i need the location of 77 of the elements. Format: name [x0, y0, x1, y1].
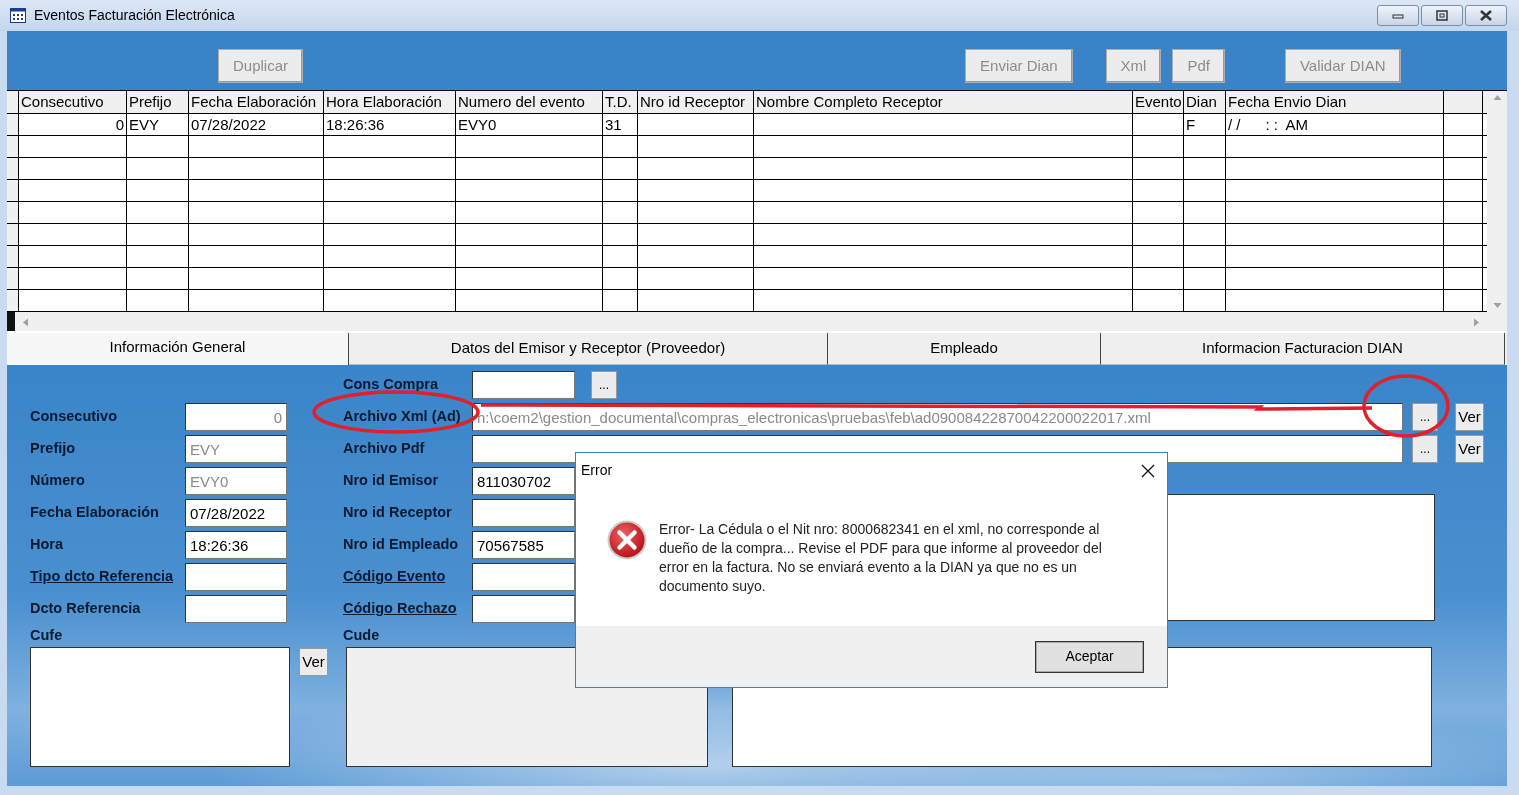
field-label: Nro id Emisor — [343, 471, 440, 491]
input-field[interactable] — [472, 563, 575, 591]
column-header[interactable]: Prefijo — [127, 91, 189, 113]
field-label: Nro id Empleado — [343, 535, 460, 555]
table-cell: 18:26:36 — [324, 114, 456, 135]
column-header[interactable]: Fecha Elaboración — [189, 91, 324, 113]
field-label: Archivo Pdf — [343, 439, 426, 459]
field-label: Nro id Receptor — [343, 503, 453, 523]
field-label: Cufe — [30, 626, 64, 646]
field-label: Prefijo — [30, 439, 77, 459]
field-label: Dcto Referencia — [30, 599, 142, 619]
column-header[interactable]: Dian — [1184, 91, 1226, 113]
error-message: Error- La Cédula o el Nit nro: 8000682341 en el xml, no corresponde al dueño de la compra... Revise el PDF para que informe al proveedor del error en la factura. No se enviará evento a la DIAN ya que no es un documento suyo. — [659, 520, 1103, 596]
field-link[interactable]: Código Rechazo — [343, 598, 472, 620]
scrollbar-corner — [7, 312, 15, 332]
row-header[interactable] — [7, 136, 19, 157]
field-label: Cude — [343, 626, 380, 646]
window-title: Eventos Facturación Electrónica — [34, 6, 235, 25]
row-header[interactable] — [7, 246, 19, 267]
field-label: Hora — [30, 535, 65, 555]
table-cell: F — [1184, 114, 1226, 135]
maximize-icon — [1436, 10, 1448, 21]
tab[interactable]: Informacion Facturacion DIAN — [1101, 333, 1505, 365]
table-cell: EVY — [127, 114, 189, 135]
tab[interactable]: Información General — [7, 333, 349, 365]
input-field[interactable] — [185, 595, 287, 623]
row-header[interactable] — [7, 180, 19, 201]
field-label: Fecha Elaboración — [30, 503, 160, 523]
field-label: Archivo Xml (Ad) — [343, 407, 462, 427]
field-link[interactable]: Tipo dcto Referencia — [30, 566, 185, 588]
error-icon — [607, 520, 647, 560]
row-header[interactable] — [7, 114, 19, 135]
input-field[interactable]: 07/28/2022 — [185, 499, 287, 527]
row-header[interactable] — [7, 158, 19, 179]
row-header[interactable] — [7, 268, 19, 289]
column-header[interactable]: Fecha Envio Dian — [1226, 91, 1444, 113]
column-header[interactable]: Nombre Completo Receptor — [754, 91, 1133, 113]
tab[interactable]: Empleado — [828, 333, 1101, 365]
close-icon — [1479, 9, 1493, 22]
input-field[interactable] — [185, 563, 287, 591]
column-header[interactable]: Numero del evento — [456, 91, 603, 113]
row-header[interactable] — [7, 224, 19, 245]
view-button[interactable]: Ver — [299, 648, 328, 676]
column-header[interactable]: Nro id Receptor — [638, 91, 754, 113]
field-label: Número — [30, 471, 86, 491]
accept-button[interactable]: Aceptar — [1035, 640, 1144, 673]
tab[interactable]: Datos del Emisor y Receptor (Proveedor) — [349, 333, 828, 365]
text-area[interactable] — [30, 647, 290, 767]
table-cell: EVY0 — [456, 114, 603, 135]
row-header[interactable] — [7, 290, 19, 311]
table-cell: 07/28/2022 — [189, 114, 324, 135]
field-label: Consecutivo — [30, 407, 118, 427]
input-field[interactable]: 70567585 — [472, 531, 575, 559]
minimize-icon — [1392, 14, 1404, 19]
column-header[interactable]: Hora Elaboración — [324, 91, 456, 113]
input-field[interactable]: 811030702 — [472, 467, 575, 495]
browse-button[interactable]: ... — [591, 371, 617, 399]
column-header[interactable]: T.D. — [603, 91, 638, 113]
close-button[interactable] — [1465, 5, 1507, 26]
table-cell: / / : : AM — [1226, 114, 1444, 135]
field-label: Cons Compra — [343, 375, 440, 395]
calendar-icon — [10, 8, 26, 23]
column-header[interactable]: Evento — [1133, 91, 1184, 113]
dialog-title: Error — [581, 461, 613, 480]
field-link[interactable]: Código Evento — [343, 566, 472, 588]
row-header[interactable] — [7, 202, 19, 223]
table-cell: 31 — [603, 114, 638, 135]
column-header[interactable]: Consecutivo — [19, 91, 127, 113]
input-field[interactable] — [472, 371, 575, 399]
view-button[interactable]: Ver — [1455, 435, 1484, 463]
table-cell: 0 — [19, 114, 127, 135]
maximize-button[interactable] — [1421, 5, 1463, 26]
input-field[interactable] — [472, 595, 575, 623]
input-field[interactable] — [472, 499, 575, 527]
minimize-button[interactable] — [1377, 5, 1419, 26]
browse-button[interactable]: ... — [1412, 435, 1438, 463]
input-field[interactable]: 18:26:36 — [185, 531, 287, 559]
